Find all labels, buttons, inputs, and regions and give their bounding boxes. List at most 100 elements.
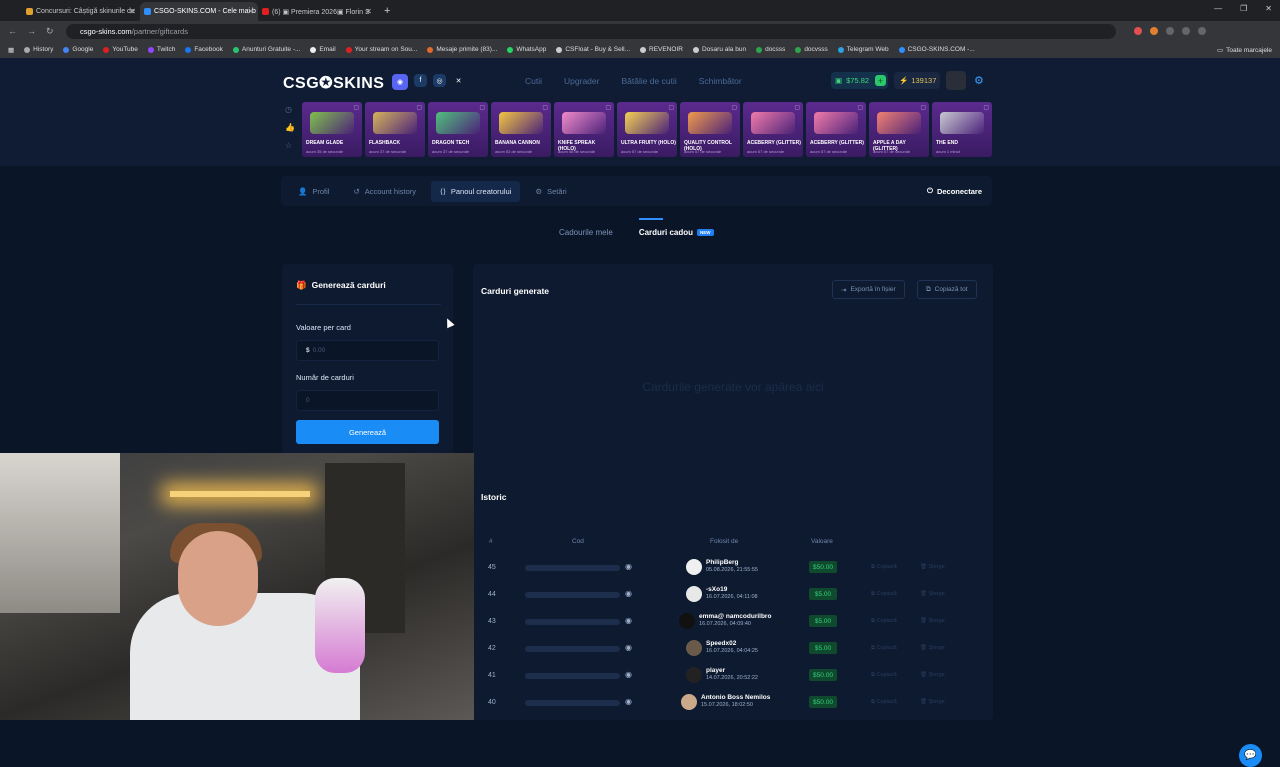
delete-button[interactable]: 🗑 Șterge [920, 618, 945, 624]
close-tab-icon[interactable]: ✕ [247, 7, 254, 16]
clock-icon[interactable]: ◷ [285, 105, 295, 114]
new-tab-button[interactable]: + [384, 2, 390, 21]
deposit-button[interactable]: + [875, 75, 886, 86]
export-button[interactable]: ⇥ Exportă în fișier [832, 280, 905, 299]
live-drop-card[interactable]: ▢ DRAGON TECH acum 37 de secunde [428, 102, 488, 157]
extension-icon[interactable] [1182, 27, 1190, 35]
eye-icon[interactable]: ◉ [625, 589, 632, 598]
minimize-icon[interactable]: — [1214, 4, 1222, 13]
skin-image [625, 112, 669, 134]
tab-gift-cards[interactable]: Carduri cadou NEW [638, 218, 714, 237]
close-window-icon[interactable]: ✕ [1265, 4, 1272, 13]
live-drop-card[interactable]: ▢ DREAM GLADE acum 35 de secunde [302, 102, 362, 157]
thumbs-up-icon[interactable]: 👍 [285, 123, 295, 132]
discord-icon[interactable]: ◉ [392, 74, 408, 90]
live-drop-card[interactable]: ▢ THE END acum 1 minut [932, 102, 992, 157]
apps-icon[interactable]: ▦ [8, 46, 14, 54]
tab-profile[interactable]: 👤 Profil [289, 181, 338, 202]
site-logo[interactable]: CSG✪SKINS [283, 73, 384, 93]
bookmark-item[interactable]: docsss [756, 46, 785, 53]
eye-icon[interactable]: ◉ [625, 562, 632, 571]
eye-icon[interactable]: ◉ [625, 643, 632, 652]
chat-icon[interactable]: 💬 [1239, 744, 1262, 767]
all-bookmarks[interactable]: ▭ Toate marcajele [1217, 46, 1272, 55]
bookmark-item[interactable]: Dosaru ala bun [692, 46, 746, 53]
extension-icon[interactable] [1134, 27, 1142, 35]
eye-icon[interactable]: ◉ [625, 670, 632, 679]
extensions [1134, 27, 1206, 35]
browser-tab[interactable]: CSGO-SKINS.COM - Cele mai b ✕ [140, 2, 258, 21]
bookmark-item[interactable]: Anunturi Gratuite -... [232, 46, 300, 53]
bookmark-item[interactable]: WhatsApp [507, 46, 546, 53]
bookmark-item[interactable]: History [24, 46, 53, 53]
bookmark-item[interactable]: Your stream on Sou... [345, 46, 417, 53]
bookmark-item[interactable]: Twitch [147, 46, 175, 53]
copy-all-button[interactable]: ⧉ Copiază tot [917, 280, 977, 299]
back-icon[interactable]: ← [8, 26, 17, 37]
nav-item[interactable]: Upgrader [564, 76, 599, 86]
generate-button[interactable]: Generează [296, 420, 439, 444]
browser-tab[interactable]: (6) ▣ Premiera 2026▣ Florin S ✕ [258, 2, 376, 21]
extension-icon[interactable] [1166, 27, 1174, 35]
bookmark-item[interactable]: docvsss [795, 46, 828, 53]
instagram-icon[interactable]: ◎ [433, 74, 446, 87]
bookmark-item[interactable]: CSGO-SKINS.COM -... [898, 46, 975, 53]
copy-button[interactable]: ⧉ Copiază [871, 645, 897, 652]
tab-creator-panel[interactable]: ⟨⟩ Panoul creatorului [431, 180, 521, 202]
balance-badge[interactable]: ▣ $75.82 + [831, 72, 888, 89]
bookmark-item[interactable]: Google [63, 46, 93, 53]
bookmark-item[interactable]: CSFloat - Buy & Sell... [556, 46, 630, 53]
tab-my-gifts[interactable]: Cadourile mele [559, 228, 613, 237]
live-drop-card[interactable]: ▢ KNIFE SPREAK (HOLO) acum 58 de secunde [554, 102, 614, 157]
eye-icon[interactable]: ◉ [625, 697, 632, 706]
facebook-icon[interactable]: f [414, 74, 427, 87]
browser-tab[interactable]: Concursuri: Câștigă skinurile de ✕ [22, 2, 140, 21]
copy-button[interactable]: ⧉ Copiază [871, 591, 897, 598]
bookmark-item[interactable]: Email [310, 46, 336, 53]
bookmark-favicon-icon [692, 46, 699, 53]
copy-button[interactable]: ⧉ Copiază [871, 672, 897, 679]
nav-item[interactable]: Cutii [525, 76, 542, 86]
delete-button[interactable]: 🗑 Șterge [920, 564, 945, 570]
copy-button[interactable]: ⧉ Copiază [871, 699, 897, 706]
close-tab-icon[interactable]: ✕ [365, 7, 372, 16]
copy-button[interactable]: ⧉ Copiază [871, 618, 897, 625]
reload-icon[interactable]: ↻ [46, 26, 54, 37]
bookmark-item[interactable]: Facebook [185, 46, 223, 53]
live-drop-card[interactable]: ▢ QUALITY CONTROL (HOLO) acum 57 de secund… [680, 102, 740, 157]
nav-item[interactable]: Schimbător [699, 76, 742, 86]
live-drop-card[interactable]: ▢ BANANA CANNON acum 53 de secunde [491, 102, 551, 157]
live-drop-card[interactable]: ▢ ULTRA FRUITY (HOLO) acum 57 de secunde [617, 102, 677, 157]
forward-icon[interactable]: → [27, 26, 36, 37]
nav-item[interactable]: Bătălie de cutii [621, 76, 676, 86]
delete-button[interactable]: 🗑 Șterge [920, 672, 945, 678]
tab-account-history[interactable]: ↺ Account history [344, 181, 425, 202]
live-drop-card[interactable]: ▢ ACEBERRY (GLITTER) acum 57 de secunde [806, 102, 866, 157]
extension-icon[interactable] [1198, 27, 1206, 35]
close-tab-icon[interactable]: ✕ [129, 7, 136, 16]
copy-button[interactable]: ⧉ Copiază [871, 564, 897, 571]
delete-button[interactable]: 🗑 Șterge [920, 699, 945, 705]
star-icon[interactable]: ☆ [285, 141, 295, 150]
bookmark-item[interactable]: REVENOIR [640, 46, 683, 53]
extension-icon[interactable] [1150, 27, 1158, 35]
live-drop-card[interactable]: ▢ FLASHBACK acum 37 de secunde [365, 102, 425, 157]
gear-icon[interactable]: ⚙ [974, 74, 984, 87]
x-icon[interactable]: ✕ [452, 74, 465, 87]
bookmark-item[interactable]: YouTube [103, 46, 138, 53]
user-avatar[interactable] [946, 71, 966, 90]
bookmark-item[interactable]: Telegram Web [837, 46, 889, 53]
tab-settings[interactable]: ⚙ Setări [526, 181, 575, 202]
url-field[interactable]: csgo-skins.com/partner/giftcards [66, 23, 1116, 39]
restore-icon[interactable]: ❐ [1240, 4, 1247, 13]
bookmark-item[interactable]: Mesaje primite (83)... [427, 46, 497, 53]
value-per-card-input[interactable]: $0.00 [296, 340, 439, 361]
delete-button[interactable]: 🗑 Șterge [920, 645, 945, 651]
coins-badge[interactable]: ⚡ 139137 [894, 72, 940, 89]
live-drop-card[interactable]: ▢ ACEBERRY (GLITTER) acum 57 de secunde [743, 102, 803, 157]
delete-button[interactable]: 🗑 Șterge [920, 591, 945, 597]
logout-button[interactable]: ⏻ Deconectare [927, 186, 982, 196]
live-drop-card[interactable]: ▢ APPLE A DAY (GLITTER) acum 57 de secunde [869, 102, 929, 157]
eye-icon[interactable]: ◉ [625, 616, 632, 625]
card-count-input[interactable]: 0 [296, 390, 439, 411]
